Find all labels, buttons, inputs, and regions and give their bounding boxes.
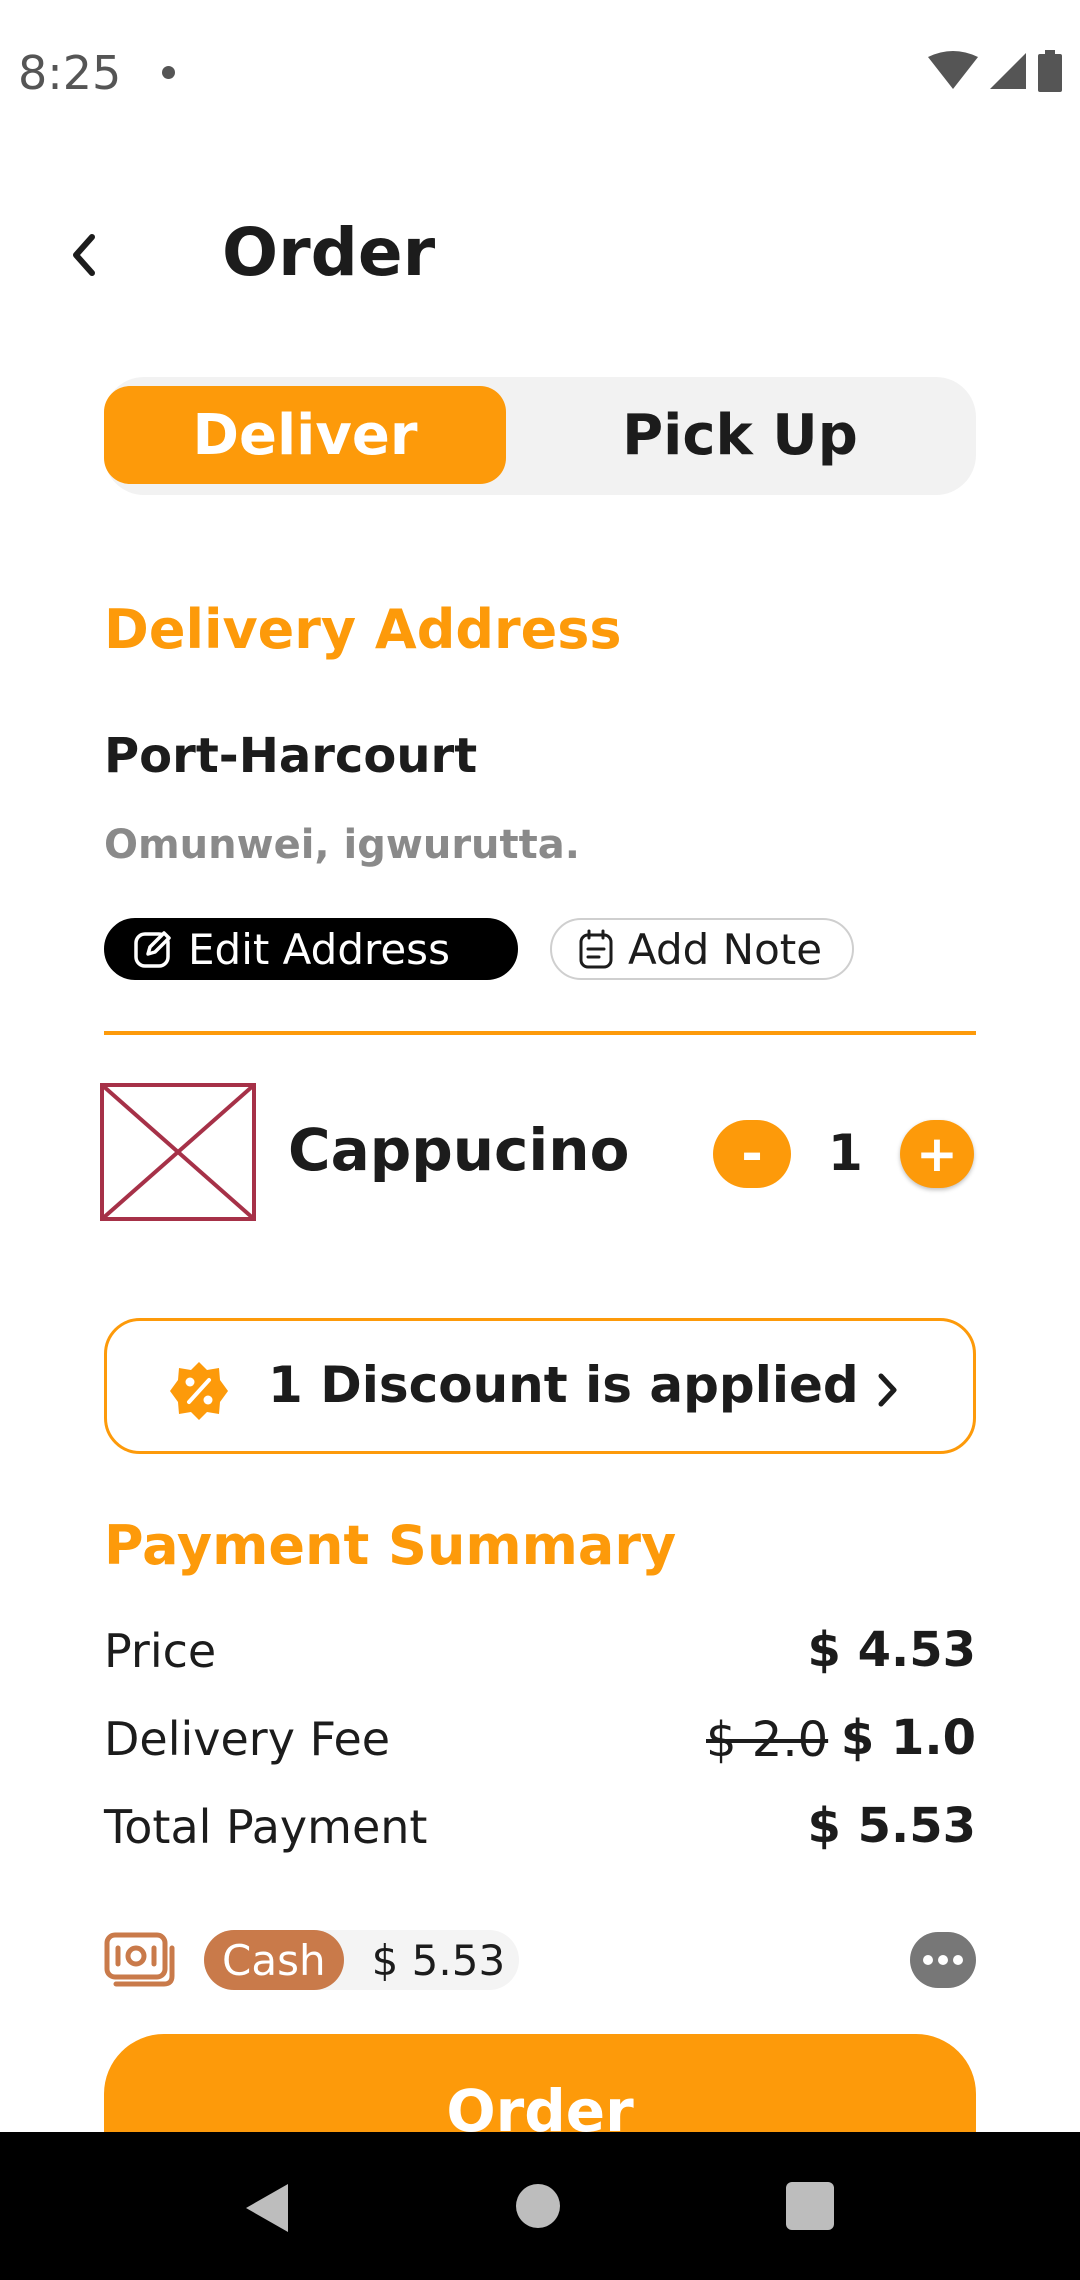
chevron-right-icon xyxy=(872,1370,902,1410)
cash-amount: $ 5.53 xyxy=(371,1935,506,1985)
back-button[interactable] xyxy=(60,225,110,285)
edit-address-button[interactable]: Edit Address xyxy=(104,918,518,980)
address-city: Port-Harcourt xyxy=(104,728,478,784)
add-note-label: Add Note xyxy=(628,924,823,974)
money-icon xyxy=(104,1932,176,1992)
cash-badge: Cash xyxy=(204,1930,344,1990)
edit-icon xyxy=(134,931,171,968)
payment-summary-heading: Payment Summary xyxy=(104,1514,677,1577)
signal-icon xyxy=(990,53,1026,89)
more-options-button[interactable] xyxy=(910,1932,976,1988)
item-name: Cappucino xyxy=(288,1116,630,1184)
delivery-fee-value: $ 1.0 xyxy=(840,1710,976,1766)
nav-recents-icon[interactable] xyxy=(786,2182,834,2230)
product-image-placeholder xyxy=(100,1083,256,1221)
delivery-fee-original: $ 2.0 xyxy=(706,1712,829,1768)
address-street: Omunwei, igwurutta. xyxy=(104,822,580,868)
notification-dot-icon xyxy=(162,66,175,79)
add-note-button[interactable]: Add Note xyxy=(550,918,854,980)
tab-pick-up[interactable]: Pick Up xyxy=(540,386,940,484)
delivery-fee-label: Delivery Fee xyxy=(104,1712,391,1766)
chevron-left-icon xyxy=(73,234,95,276)
status-time: 8:25 xyxy=(18,46,122,100)
nav-home-icon[interactable] xyxy=(516,2184,560,2228)
battery-icon xyxy=(1038,50,1062,92)
status-icons xyxy=(928,50,1062,92)
nav-back-icon[interactable] xyxy=(244,2182,290,2238)
page-title: Order xyxy=(222,214,436,291)
total-payment-label: Total Payment xyxy=(104,1800,428,1854)
section-divider xyxy=(104,1031,976,1035)
price-label: Price xyxy=(104,1624,217,1678)
increase-quantity-button[interactable]: + xyxy=(900,1120,974,1188)
total-payment-value: $ 5.53 xyxy=(807,1798,976,1854)
wifi-icon xyxy=(928,51,978,89)
broken-image-icon xyxy=(100,1083,256,1221)
tab-deliver[interactable]: Deliver xyxy=(104,386,506,484)
delivery-address-heading: Delivery Address xyxy=(104,598,622,661)
discount-text: 1 Discount is applied xyxy=(268,1356,859,1414)
discount-badge-icon xyxy=(168,1360,230,1422)
more-dots-icon xyxy=(923,1955,933,1965)
edit-address-label: Edit Address xyxy=(188,924,450,974)
price-value: $ 4.53 xyxy=(807,1622,976,1678)
decrease-quantity-button[interactable]: - xyxy=(713,1120,791,1188)
note-icon xyxy=(579,929,613,969)
quantity-value: 1 xyxy=(828,1124,863,1182)
payment-method-selector[interactable]: Cash $ 5.53 xyxy=(204,1930,520,1990)
